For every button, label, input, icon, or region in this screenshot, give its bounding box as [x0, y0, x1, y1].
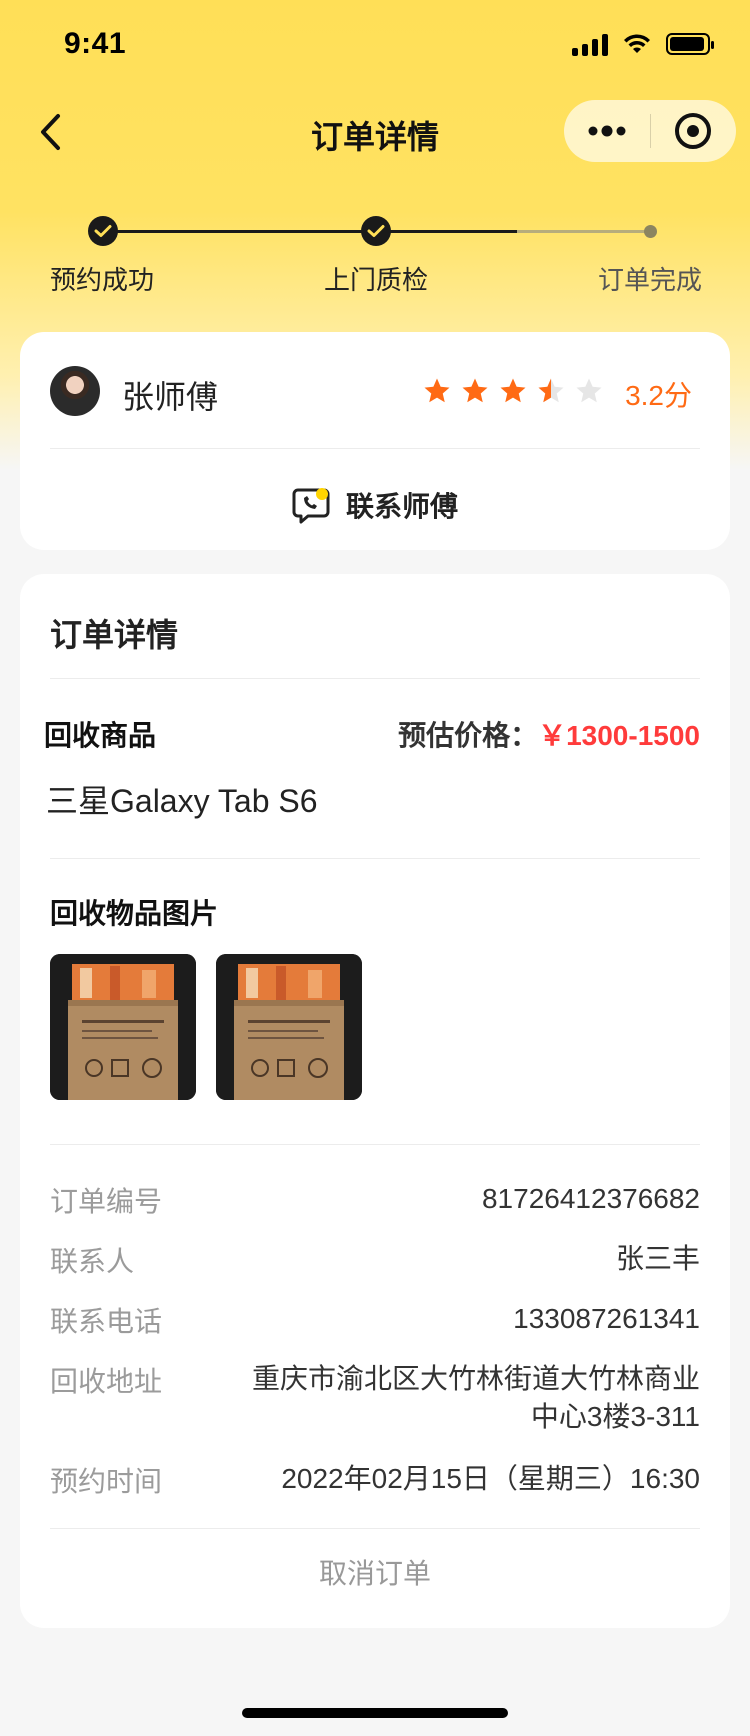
step-label-complete: 订单完成 — [598, 265, 703, 295]
nav-bar: 订单详情 — [0, 100, 750, 164]
step-1-check-icon — [88, 216, 118, 246]
star-empty-icon — [576, 378, 602, 403]
star-full-icon — [424, 378, 450, 403]
more-button[interactable] — [564, 100, 650, 162]
system-icons — [572, 32, 714, 56]
cancel-order-button[interactable]: 取消订单 — [20, 1552, 730, 1592]
divider — [50, 1144, 700, 1145]
more-dots-icon — [588, 125, 626, 137]
home-indicator[interactable] — [242, 1708, 508, 1718]
field-value: 张三丰 — [615, 1243, 700, 1274]
field-appointment-time: 预约时间 2022年02月15日（星期三）16:30 — [50, 1460, 700, 1500]
divider — [50, 1528, 700, 1529]
status-time: 9:41 — [64, 27, 127, 60]
contact-technician-label: 联系师傅 — [345, 491, 458, 522]
field-contact-person: 联系人 张三丰 — [50, 1240, 700, 1280]
step-3-dot-icon — [644, 225, 657, 238]
progress-track-done — [103, 230, 517, 233]
field-label: 联系电话 — [50, 1306, 163, 1337]
mini-program-capsule — [564, 100, 736, 162]
estimated-price: 预估价格：￥1300-1500 — [398, 714, 700, 754]
target-circle-icon — [675, 113, 712, 149]
progress-track-pending — [517, 230, 651, 233]
star-full-icon — [462, 378, 488, 403]
step-label-booked: 预约成功 — [50, 265, 155, 295]
price-value: ￥1300-1500 — [538, 720, 700, 751]
cellular-signal-icon — [572, 32, 608, 56]
step-2-check-icon — [361, 216, 391, 246]
field-order-number: 订单编号 81726412376682 — [50, 1180, 700, 1220]
field-contact-phone: 联系电话 133087261341 — [50, 1300, 700, 1340]
images-title: 回收物品图片 — [50, 898, 219, 929]
contact-technician-button[interactable]: 联系师傅 — [20, 462, 730, 548]
phone-chat-icon — [292, 488, 330, 524]
star-full-icon — [500, 378, 526, 403]
star-half-icon — [538, 378, 564, 403]
order-progress: 预约成功 上门质检 订单完成 — [0, 210, 750, 300]
price-label: 预估价格： — [398, 720, 539, 751]
field-value: 2022年02月15日（星期三）16:30 — [281, 1463, 700, 1494]
technician-name: 张师傅 — [122, 379, 219, 415]
close-miniprogram-button[interactable] — [651, 100, 737, 162]
field-recycle-address: 回收地址 重庆市渝北区大竹林街道大竹林商业中心3楼3-311 — [50, 1360, 700, 1436]
goods-label: 回收商品 — [44, 720, 157, 751]
divider — [50, 678, 700, 679]
divider — [50, 448, 700, 449]
section-title: 订单详情 — [50, 617, 179, 653]
rating-stars — [422, 376, 604, 406]
field-label: 订单编号 — [50, 1186, 163, 1217]
technician-card: 张师傅 3.2分 联系师傅 — [20, 332, 730, 550]
field-value: 81726412376682 — [481, 1183, 700, 1214]
divider — [50, 858, 700, 859]
goods-name: 三星Galaxy Tab S6 — [46, 783, 318, 819]
order-details-card: 订单详情 回收商品 预估价格：￥1300-1500 三星Galaxy Tab S… — [20, 574, 730, 1628]
field-value: 133087261341 — [513, 1303, 700, 1334]
field-label: 预约时间 — [50, 1466, 163, 1497]
wifi-icon — [624, 34, 650, 53]
step-label-inspection: 上门质检 — [324, 265, 429, 295]
status-bar: 9:41 — [0, 0, 750, 88]
item-photo-thumbnail[interactable] — [50, 954, 196, 1100]
technician-avatar — [50, 366, 100, 416]
rating-score: 3.2分 — [625, 380, 692, 411]
field-value: 重庆市渝北区大竹林街道大竹林商业中心3楼3-311 — [251, 1363, 700, 1432]
field-label: 联系人 — [50, 1246, 135, 1277]
field-label: 回收地址 — [50, 1366, 163, 1397]
item-photo-thumbnail[interactable] — [216, 954, 362, 1100]
battery-icon — [666, 33, 714, 55]
